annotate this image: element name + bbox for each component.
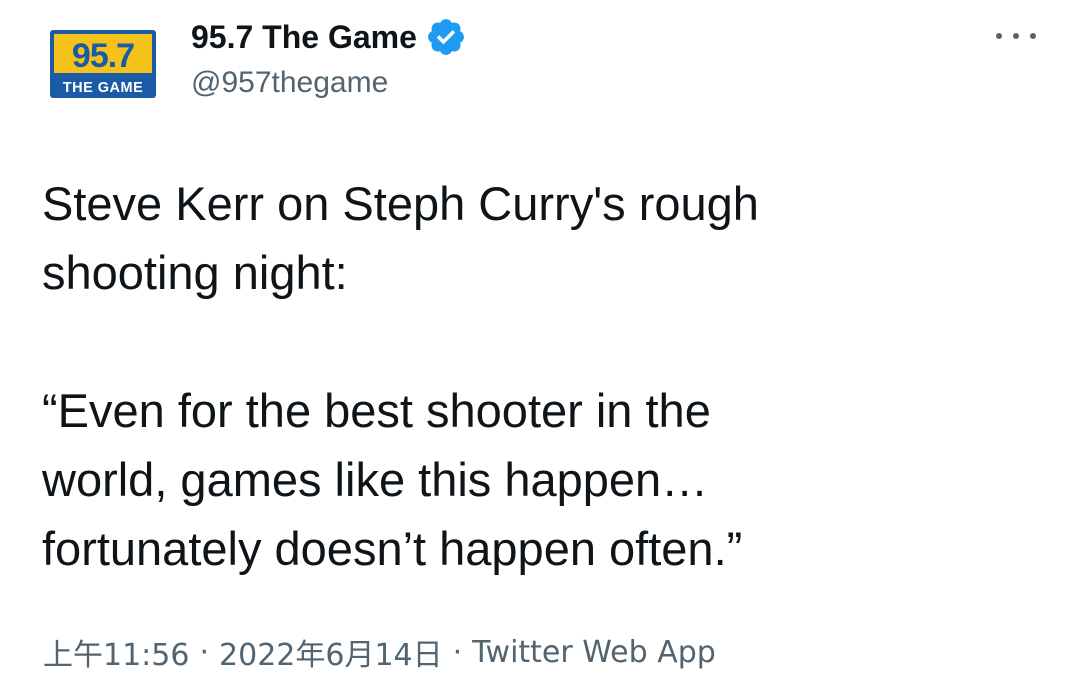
tweet-card: 95.7 THE GAME 95.7 The Game @957thegame …	[0, 0, 1080, 678]
station-logo-icon: 95.7 THE GAME	[50, 30, 156, 98]
tweet-line: fortunately doesn’t happen often.”	[42, 522, 743, 575]
meta-separator: ·	[452, 634, 463, 670]
tweet-text: Steve Kerr on Steph Curry's rough shooti…	[42, 169, 1042, 583]
tweet-paragraph-gap	[42, 307, 1042, 376]
display-name[interactable]: 95.7 The Game	[191, 19, 417, 56]
tweet-meta: 上午11:56 · 2022年6月14日 · Twitter Web App	[43, 630, 716, 674]
more-horizontal-icon	[996, 33, 1002, 39]
handle[interactable]: @957thegame	[191, 66, 388, 100]
more-options-button[interactable]	[996, 22, 1036, 50]
meta-separator: ·	[199, 634, 210, 670]
logo-label: THE GAME	[63, 80, 144, 96]
verified-badge-icon	[425, 16, 467, 58]
more-horizontal-icon	[1013, 33, 1019, 39]
avatar[interactable]: 95.7 THE GAME	[50, 30, 156, 98]
tweet-time[interactable]: 上午11:56	[43, 630, 189, 674]
tweet-line: shooting night:	[42, 246, 348, 299]
tweet-date[interactable]: 2022年6月14日	[219, 630, 443, 674]
tweet-line: world, games like this happen…	[42, 453, 709, 506]
tweet-line: “Even for the best shooter in the	[42, 384, 711, 437]
logo-number: 95.7	[72, 37, 134, 75]
name-row: 95.7 The Game	[191, 16, 467, 58]
tweet-source[interactable]: Twitter Web App	[472, 635, 716, 670]
tweet-line: Steve Kerr on Steph Curry's rough	[42, 177, 759, 230]
more-horizontal-icon	[1030, 33, 1036, 39]
